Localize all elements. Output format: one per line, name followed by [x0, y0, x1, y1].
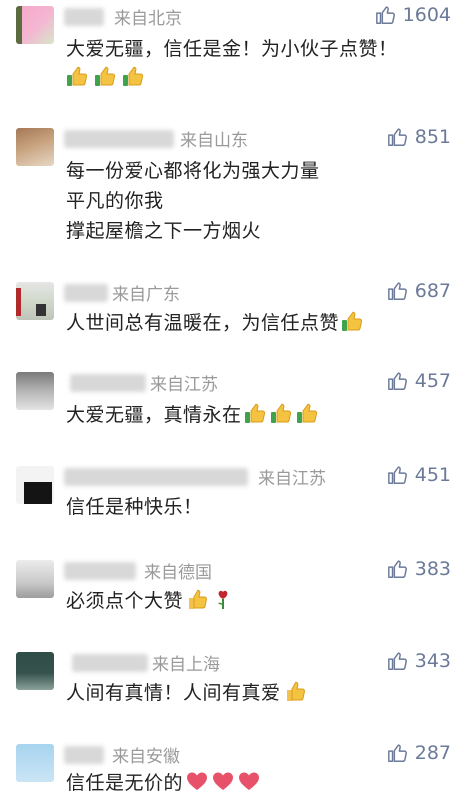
username-blurred — [64, 562, 136, 580]
comment-text: 每一份爱心都将化为强大力量 平凡的你我 撑起屋檐之下一方烟火 — [66, 160, 320, 242]
location-label: 来自北京 — [114, 9, 182, 29]
avatar[interactable] — [16, 128, 54, 166]
thumbs-up-icon — [244, 401, 268, 425]
like-count: 851 — [414, 126, 451, 148]
location-label: 来自安徽 — [112, 747, 180, 767]
thumbs-up-icon — [387, 466, 407, 484]
avatar[interactable] — [16, 560, 54, 598]
heart-icon — [185, 769, 209, 793]
thumbs-up-icon — [387, 560, 407, 578]
thumbs-up-icon — [387, 744, 407, 762]
username-blurred — [64, 468, 248, 486]
avatar[interactable] — [16, 652, 54, 690]
thumbs-up-icon — [283, 679, 307, 703]
location-label: 来自德国 — [144, 563, 212, 583]
thumbs-up-icon — [122, 64, 146, 88]
username-blurred — [70, 374, 146, 392]
thumbs-up-icon — [375, 6, 395, 24]
comment-text: 人间有真情！人间有真爱 — [66, 678, 307, 708]
comment-text: 大爱无疆，信任是金！为小伙子点赞！ — [66, 38, 398, 60]
location-label: 来自江苏 — [258, 469, 326, 489]
username-blurred — [64, 284, 108, 302]
thumbs-up-icon — [94, 64, 118, 88]
thumbs-up-icon — [387, 372, 407, 390]
like-button[interactable]: 451 — [387, 464, 451, 486]
comment-text: 信任是种快乐！ — [66, 496, 203, 518]
avatar[interactable] — [16, 6, 54, 44]
thumbs-up-icon — [387, 652, 407, 670]
thumbs-up-icon — [185, 587, 209, 611]
avatar[interactable] — [16, 744, 54, 782]
location-label: 来自上海 — [152, 655, 220, 675]
location-label: 来自山东 — [180, 131, 248, 151]
like-count: 1604 — [402, 4, 451, 26]
like-count: 287 — [414, 742, 451, 764]
thumbs-up-icon — [66, 64, 90, 88]
thumbs-up-icon — [296, 401, 320, 425]
rose-icon — [211, 587, 235, 611]
avatar[interactable] — [16, 466, 54, 504]
like-count: 451 — [414, 464, 451, 486]
like-button[interactable]: 457 — [387, 370, 451, 392]
comment-text: 大爱无疆，真情永在 — [66, 400, 320, 430]
username-blurred — [64, 8, 104, 26]
like-count: 343 — [414, 650, 451, 672]
emoji-row — [66, 64, 146, 88]
thumbs-up-icon — [270, 401, 294, 425]
location-label: 来自江苏 — [150, 375, 218, 395]
like-button[interactable]: 851 — [387, 126, 451, 148]
comment-text: 必须点个大赞 — [66, 586, 235, 616]
comment-text: 人世间总有温暖在，为信任点赞 — [66, 308, 365, 338]
thumbs-up-icon — [387, 282, 407, 300]
like-button[interactable]: 287 — [387, 742, 451, 764]
like-count: 457 — [414, 370, 451, 392]
like-button[interactable]: 687 — [387, 280, 451, 302]
username-blurred — [64, 746, 104, 764]
like-button[interactable]: 1604 — [375, 4, 451, 26]
like-count: 383 — [414, 558, 451, 580]
like-button[interactable]: 383 — [387, 558, 451, 580]
location-label: 来自广东 — [112, 285, 180, 305]
heart-icon — [237, 769, 261, 793]
username-blurred — [72, 654, 148, 672]
avatar[interactable] — [16, 282, 54, 320]
thumbs-up-icon — [341, 309, 365, 333]
like-button[interactable]: 343 — [387, 650, 451, 672]
like-count: 687 — [414, 280, 451, 302]
thumbs-up-icon — [387, 128, 407, 146]
avatar[interactable] — [16, 372, 54, 410]
heart-icon — [211, 769, 235, 793]
username-blurred — [64, 130, 174, 148]
